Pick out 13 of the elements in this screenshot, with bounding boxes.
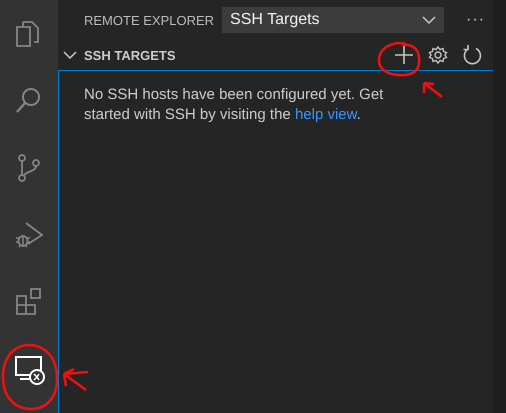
refresh-icon[interactable] (461, 44, 483, 66)
add-icon[interactable] (393, 44, 415, 66)
annotation-arrow (421, 80, 445, 100)
panel-title: REMOTE EXPLORER (84, 12, 214, 28)
section-title: SSH TARGETS (84, 48, 176, 62)
caret-icon (422, 15, 436, 25)
annotation-arrow (61, 366, 91, 392)
more-button[interactable]: ··· (466, 11, 486, 29)
chevron-icon[interactable] (63, 50, 77, 60)
view-dropdown[interactable]: SSH Targets (222, 7, 444, 33)
settings-icon[interactable] (427, 44, 449, 66)
empty-message: No SSH hosts have been configured yet. Get started with SSH by visiting the help view. (84, 85, 384, 125)
help-link[interactable]: help view (294, 106, 357, 123)
